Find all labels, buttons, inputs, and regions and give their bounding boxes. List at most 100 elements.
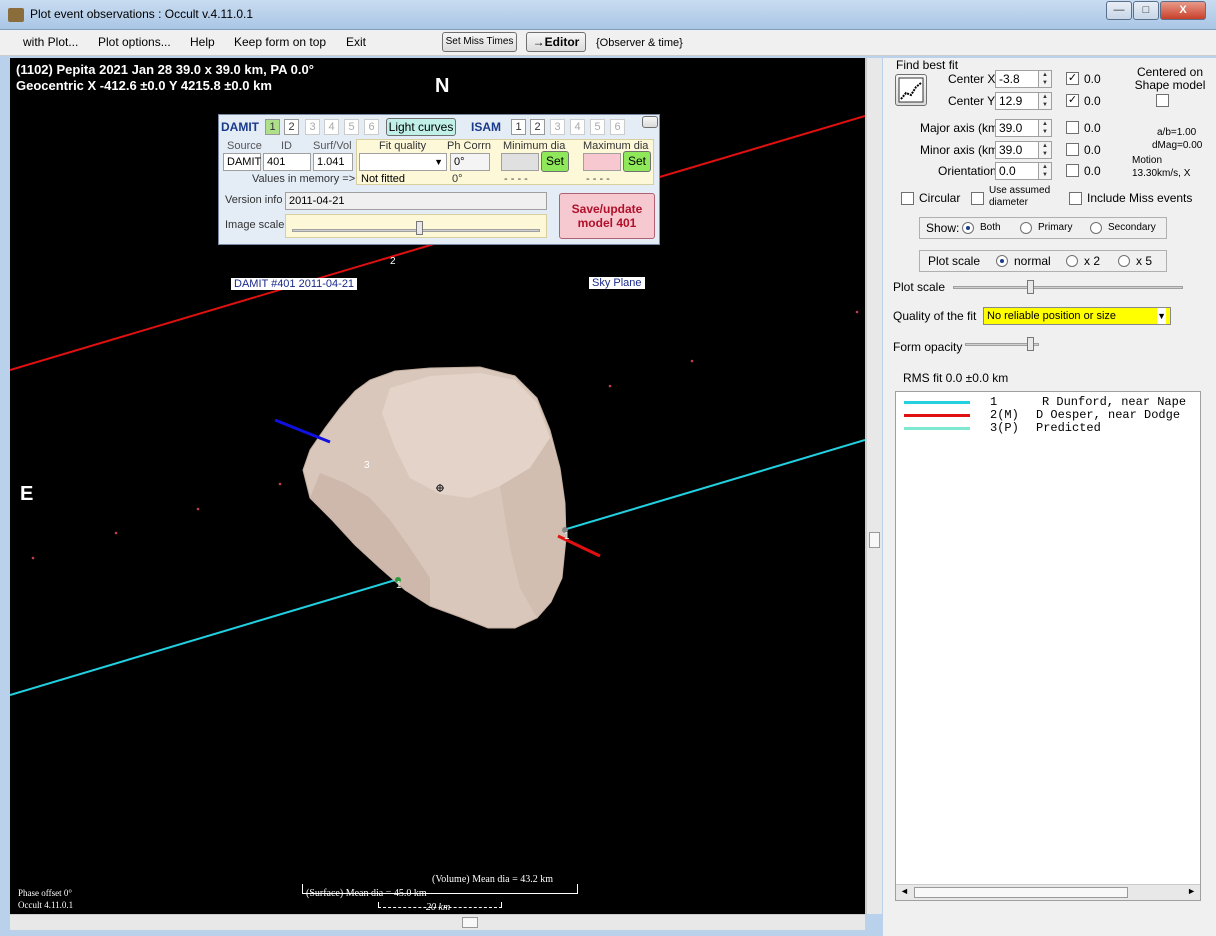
include-miss-label: Include Miss events: [1087, 191, 1193, 205]
scale-x2-radio[interactable]: [1066, 255, 1078, 267]
dmag-label: dMag=0.00: [1152, 140, 1203, 151]
minor-axis-uncert: 0.0: [1084, 143, 1101, 157]
event-header-line1: (1102) Pepita 2021 Jan 28 39.0 x 39.0 km…: [16, 62, 314, 77]
plot-vertical-scrollbar[interactable]: [866, 58, 882, 914]
center-x-checkbox[interactable]: ✓: [1066, 72, 1079, 85]
legend-text-3: Predicted: [1036, 421, 1101, 435]
memory-min-dia: - - - -: [504, 173, 528, 185]
isam-num-1[interactable]: 1: [511, 119, 526, 135]
find-best-fit-button[interactable]: [895, 74, 927, 106]
center-y-spinner[interactable]: ▲ ▼: [1038, 92, 1052, 110]
major-axis-uncert: 0.0: [1084, 121, 1101, 135]
center-y-checkbox[interactable]: ✓: [1066, 94, 1079, 107]
image-scale-thumb[interactable]: [416, 221, 423, 235]
close-button[interactable]: X: [1160, 1, 1206, 20]
damit-num-6[interactable]: 6: [364, 119, 379, 135]
minimize-button[interactable]: —: [1106, 1, 1132, 20]
isam-num-3[interactable]: 3: [550, 119, 565, 135]
menu-with-plot[interactable]: with Plot...: [23, 35, 78, 49]
plot-horizontal-scrollbar[interactable]: [10, 914, 865, 930]
panel-collapse-button[interactable]: [642, 116, 658, 128]
menu-plot-options[interactable]: Plot options...: [98, 35, 171, 49]
use-assumed-checkbox[interactable]: [971, 192, 984, 205]
motion-value: 13.30km/s, X: [1132, 168, 1191, 179]
save-update-model-button[interactable]: Save/update model 401: [559, 193, 655, 239]
show-secondary-radio[interactable]: [1090, 222, 1102, 234]
major-axis-checkbox[interactable]: [1066, 121, 1079, 134]
editor-button[interactable]: →Editor: [526, 32, 586, 52]
isam-num-2[interactable]: 2: [530, 119, 545, 135]
legend-row-2[interactable]: 2(M) D Oesper, near Dodge: [900, 408, 1200, 422]
fit-control-panel: Find best fit Center X -3.8 ▲ ▼ ✓ 0.0 Cen…: [883, 58, 1216, 936]
isam-num-4[interactable]: 4: [570, 119, 585, 135]
damit-num-2[interactable]: 2: [284, 119, 299, 135]
col-id: ID: [281, 140, 292, 152]
set-min-dia-button[interactable]: Set: [541, 151, 569, 172]
damit-num-4[interactable]: 4: [324, 119, 339, 135]
ph-corrn-field[interactable]: 0°: [450, 153, 490, 171]
sky-plane-label: Sky Plane: [589, 277, 645, 289]
scroll-right-icon[interactable]: ►: [1187, 886, 1196, 896]
set-max-dia-button[interactable]: Set: [623, 151, 651, 172]
damit-num-5[interactable]: 5: [344, 119, 359, 135]
center-x-input[interactable]: -3.8: [995, 70, 1039, 88]
scale-normal-radio[interactable]: [996, 255, 1008, 267]
plot-scale-thumb[interactable]: [1027, 280, 1034, 294]
minor-axis-spinner[interactable]: ▲ ▼: [1038, 141, 1052, 159]
major-axis-input[interactable]: 39.0: [995, 119, 1039, 137]
version-info-field[interactable]: 2011-04-21: [285, 192, 547, 210]
minor-axis-label: Minor axis (km): [920, 143, 1003, 157]
image-scale-slider[interactable]: [285, 214, 547, 238]
menu-exit[interactable]: Exit: [346, 35, 366, 49]
major-axis-label: Major axis (km): [920, 121, 1003, 135]
form-opacity-slider[interactable]: [965, 337, 1039, 351]
min-dia-field[interactable]: [501, 153, 539, 171]
scroll-left-icon[interactable]: ◄: [900, 886, 909, 896]
show-primary-radio[interactable]: [1020, 222, 1032, 234]
circular-label: Circular: [919, 191, 961, 205]
orientation-input[interactable]: 0.0: [995, 162, 1039, 180]
legend-num-2: 2(M): [990, 408, 1019, 422]
damit-num-1[interactable]: 1: [265, 119, 280, 135]
circular-checkbox[interactable]: [901, 192, 914, 205]
legend-row-1[interactable]: 1 R Dunford, near Nape: [900, 395, 1200, 409]
max-dia-field[interactable]: [583, 153, 621, 171]
plot-scale-slider[interactable]: [953, 280, 1183, 294]
center-x-spinner[interactable]: ▲ ▼: [1038, 70, 1052, 88]
orientation-checkbox[interactable]: [1066, 164, 1079, 177]
version-info-label: Version info: [225, 194, 283, 206]
orientation-spinner[interactable]: ▲ ▼: [1038, 162, 1052, 180]
plot-canvas[interactable]: (1102) Pepita 2021 Jan 28 39.0 x 39.0 km…: [10, 58, 865, 914]
legend-horizontal-scrollbar[interactable]: ◄ ►: [896, 884, 1200, 900]
center-y-label: Center Y: [948, 94, 996, 108]
quality-of-fit-select[interactable]: No reliable position or size ▼: [983, 307, 1171, 325]
menu-help[interactable]: Help: [190, 35, 215, 49]
show-label: Show:: [926, 221, 960, 235]
minor-axis-input[interactable]: 39.0: [995, 141, 1039, 159]
phase-offset-label: Phase offset 0°: [18, 888, 72, 898]
use-assumed-label: Use assumed diameter: [989, 185, 1051, 208]
fit-quality-select[interactable]: ▼: [359, 153, 447, 171]
damit-num-3[interactable]: 3: [305, 119, 320, 135]
maximize-button[interactable]: □: [1133, 1, 1159, 20]
motion-label: Motion: [1132, 155, 1163, 166]
centered-on-shape-checkbox[interactable]: [1156, 94, 1169, 107]
scale-x5-radio[interactable]: [1118, 255, 1130, 267]
isam-num-6[interactable]: 6: [610, 119, 625, 135]
light-curves-button[interactable]: Light curves: [386, 118, 456, 136]
isam-num-5[interactable]: 5: [590, 119, 605, 135]
observer-legend-list[interactable]: 1 R Dunford, near Nape 2(M) D Oesper, ne…: [895, 391, 1201, 901]
damit-model-label: DAMIT #401 2011-04-21: [231, 278, 358, 290]
legend-line-1: [904, 401, 970, 404]
legend-row-3[interactable]: 3(P) Predicted: [900, 421, 1200, 435]
menu-keep-on-top[interactable]: Keep form on top: [234, 35, 326, 49]
minor-axis-checkbox[interactable]: [1066, 143, 1079, 156]
memory-fit-quality: Not fitted: [361, 173, 406, 185]
major-axis-spinner[interactable]: ▲ ▼: [1038, 119, 1052, 137]
form-opacity-thumb[interactable]: [1027, 337, 1034, 351]
show-both-radio[interactable]: [962, 222, 974, 234]
set-miss-times-button[interactable]: Set Miss Times: [442, 32, 517, 52]
centered-on-shape-label: Centered on Shape model: [1134, 65, 1206, 92]
include-miss-checkbox[interactable]: [1069, 192, 1082, 205]
center-y-input[interactable]: 12.9: [995, 92, 1039, 110]
